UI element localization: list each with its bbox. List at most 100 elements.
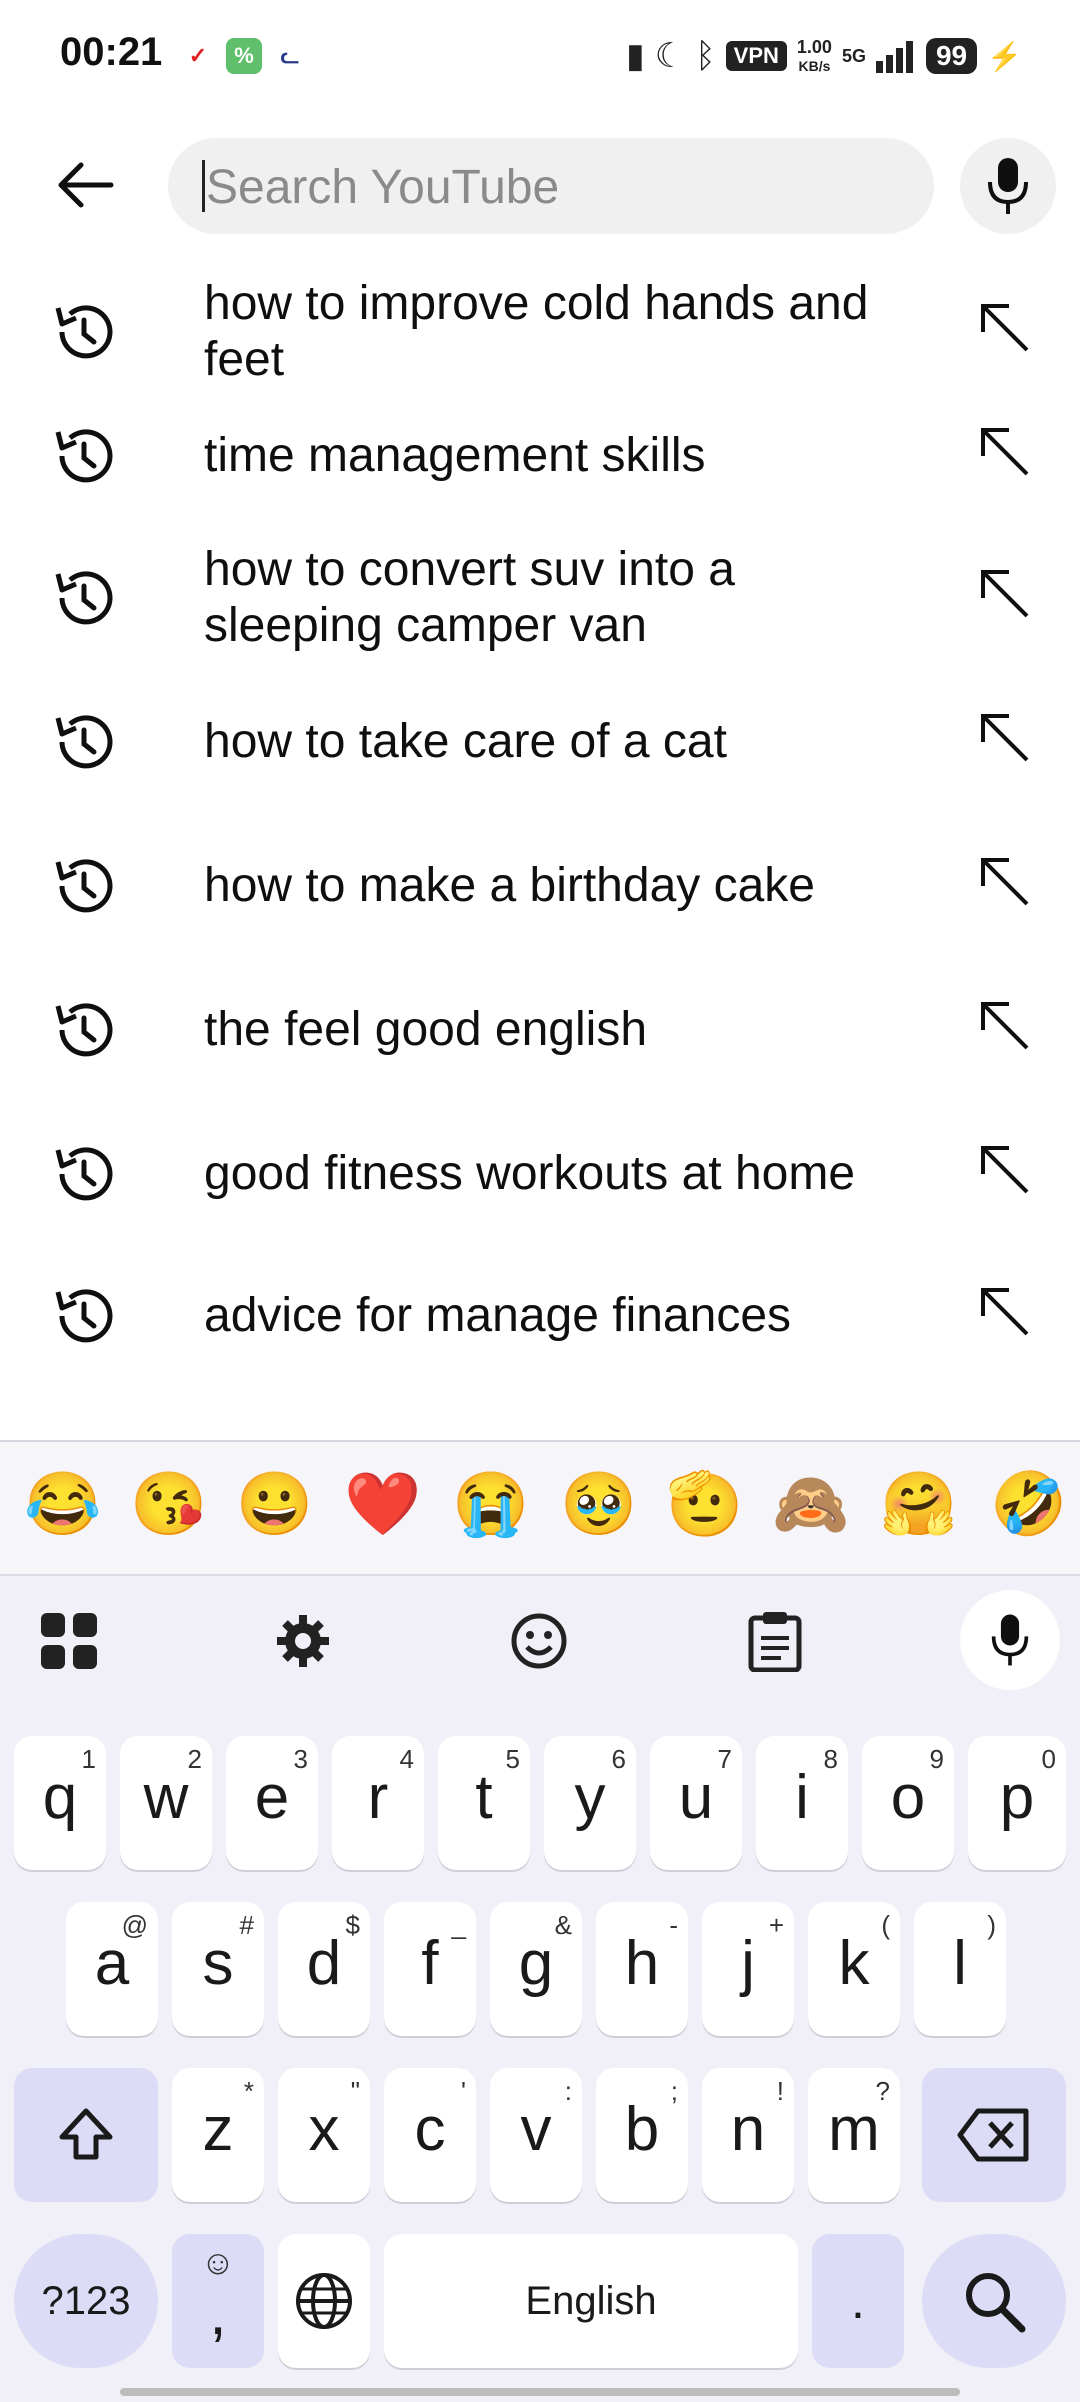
- charging-icon: ⚡: [987, 40, 1022, 72]
- home-indicator[interactable]: [120, 2388, 960, 2396]
- key-z[interactable]: * z: [172, 2068, 264, 2202]
- gear-icon: [277, 1615, 329, 1667]
- history-icon: [55, 305, 113, 359]
- microphone-icon: [988, 158, 1028, 214]
- voice-search-button[interactable]: [960, 138, 1056, 234]
- bluetooth-icon: ᛒ: [695, 36, 716, 75]
- suggestion-item[interactable]: how to improve cold hands and feet: [0, 270, 1080, 400]
- suggestion-item[interactable]: how to convert suv into a sleeping campe…: [0, 543, 1080, 688]
- backspace-icon: [957, 2108, 1029, 2162]
- history-icon: [55, 429, 113, 483]
- clipboard-button[interactable]: [740, 1606, 810, 1676]
- emoji-button[interactable]: [504, 1606, 574, 1676]
- key-k[interactable]: (k: [808, 1902, 900, 2036]
- fill-query-arrow-icon[interactable]: [975, 298, 1035, 358]
- suggestion-item[interactable]: advice for manage finances: [0, 1276, 1080, 1406]
- key-n[interactable]: ! n: [702, 2068, 794, 2202]
- fill-query-arrow-icon[interactable]: [975, 852, 1035, 912]
- fill-query-arrow-icon[interactable]: [975, 564, 1035, 624]
- key-r[interactable]: 4r: [332, 1736, 424, 1870]
- emoji-key[interactable]: 😂: [24, 1470, 101, 1540]
- emoji-key[interactable]: 😀: [236, 1470, 313, 1540]
- emoji-key[interactable]: 🤣: [990, 1470, 1067, 1540]
- fill-query-arrow-icon[interactable]: [975, 1282, 1035, 1342]
- vpn-badge: VPN: [725, 41, 787, 71]
- symbols-key[interactable]: ?123: [14, 2234, 158, 2368]
- signal-icon: [875, 41, 913, 73]
- period-key[interactable]: .: [812, 2234, 904, 2368]
- shift-key[interactable]: [14, 2068, 158, 2202]
- suggestion-item[interactable]: good fitness workouts at home: [0, 1134, 1080, 1264]
- emoji-key[interactable]: 🥹: [560, 1470, 637, 1540]
- search-input[interactable]: [204, 138, 908, 236]
- key-i[interactable]: 8i: [756, 1736, 848, 1870]
- grid-icon: [41, 1613, 97, 1669]
- clipboard-icon: [748, 1612, 802, 1672]
- key-t[interactable]: 5t: [438, 1736, 530, 1870]
- search-box[interactable]: [168, 138, 934, 236]
- suggestion-item[interactable]: how to take care of a cat: [0, 702, 1080, 832]
- key-l[interactable]: ) l: [914, 1902, 1006, 2036]
- keyboard-voice-button[interactable]: [960, 1590, 1060, 1690]
- suggestion-text: the feel good english: [204, 1003, 648, 1056]
- suggestion-item[interactable]: how to make a birthday cake: [0, 846, 1080, 976]
- key-u[interactable]: 7u: [650, 1736, 742, 1870]
- search-key[interactable]: [922, 2234, 1066, 2368]
- key-s[interactable]: # s: [172, 1902, 264, 2036]
- emoji-key[interactable]: 🙈: [772, 1470, 849, 1540]
- suggestion-item[interactable]: time management skills: [0, 416, 1080, 546]
- key-q[interactable]: 1q: [14, 1736, 106, 1870]
- network-type: 5G: [841, 46, 866, 66]
- net-speed: 1.00 KB/s: [796, 36, 832, 74]
- key-y[interactable]: 6y: [544, 1736, 636, 1870]
- key-b[interactable]: ; b: [596, 2068, 688, 2202]
- history-icon: [55, 1289, 113, 1343]
- language-key[interactable]: [278, 2234, 370, 2368]
- key-o[interactable]: 9o: [862, 1736, 954, 1870]
- key-m[interactable]: ? m: [808, 2068, 900, 2202]
- fill-query-arrow-icon[interactable]: [975, 996, 1035, 1056]
- settings-button[interactable]: [268, 1606, 338, 1676]
- battery-level: 99: [925, 38, 978, 74]
- fill-query-arrow-icon[interactable]: [975, 422, 1035, 482]
- key-d[interactable]: $ d: [278, 1902, 370, 2036]
- smiley-icon: [511, 1613, 567, 1669]
- key-g[interactable]: & g: [490, 1902, 582, 2036]
- emoji-key[interactable]: 😘: [130, 1470, 207, 1540]
- keyboard: 😂 😘 😀 ❤️ 😭 🥹 🫡 🙈 🤗 🤣 1 q 2 w 3 e 4 r 5 t…: [0, 1440, 1080, 2402]
- backspace-key[interactable]: [922, 2068, 1066, 2202]
- key-j[interactable]: + j: [702, 1902, 794, 2036]
- back-button[interactable]: [40, 140, 130, 230]
- key-e[interactable]: 3e: [226, 1736, 318, 1870]
- search-header: [0, 130, 1080, 240]
- comma-key[interactable]: ☺ ,: [172, 2234, 264, 2368]
- history-icon: [55, 571, 113, 625]
- globe-icon: [296, 2273, 352, 2329]
- emoji-key[interactable]: ❤️: [344, 1470, 421, 1540]
- status-icons: ▮ ☾ ᛒ VPN 1.00 KB/s 5G 99 ⚡: [626, 34, 1022, 78]
- cat-app-icon: ᓚ: [272, 38, 308, 74]
- key-w[interactable]: 2w: [120, 1736, 212, 1870]
- key-c[interactable]: ' c: [384, 2068, 476, 2202]
- emoji-key[interactable]: 😭: [452, 1470, 529, 1540]
- fill-query-arrow-icon[interactable]: [975, 708, 1035, 768]
- history-icon: [55, 1003, 113, 1057]
- status-time: 00:21: [60, 30, 163, 74]
- key-v[interactable]: :v: [490, 2068, 582, 2202]
- suggestion-item[interactable]: the feel good english: [0, 990, 1080, 1120]
- vibrate-icon: ▮: [626, 37, 645, 75]
- apps-grid-button[interactable]: [34, 1606, 104, 1676]
- suggestion-text: how to convert suv into a sleeping campe…: [204, 543, 735, 652]
- key-f[interactable]: _ f: [384, 1902, 476, 2036]
- emoji-suggestion-row: 😂 😘 😀 ❤️ 😭 🥹 🫡 🙈 🤗 🤣: [0, 1442, 1080, 1576]
- keyboard-toolbar: [0, 1576, 1080, 1706]
- key-h[interactable]: -h: [596, 1902, 688, 2036]
- moon-icon: ☾: [654, 37, 686, 75]
- key-x[interactable]: " x: [278, 2068, 370, 2202]
- key-a[interactable]: @ a: [66, 1902, 158, 2036]
- space-key[interactable]: English: [384, 2234, 798, 2368]
- fill-query-arrow-icon[interactable]: [975, 1140, 1035, 1200]
- emoji-key[interactable]: 🤗: [880, 1470, 957, 1540]
- emoji-key[interactable]: 🫡: [666, 1470, 743, 1540]
- key-p[interactable]: 0p: [968, 1736, 1066, 1870]
